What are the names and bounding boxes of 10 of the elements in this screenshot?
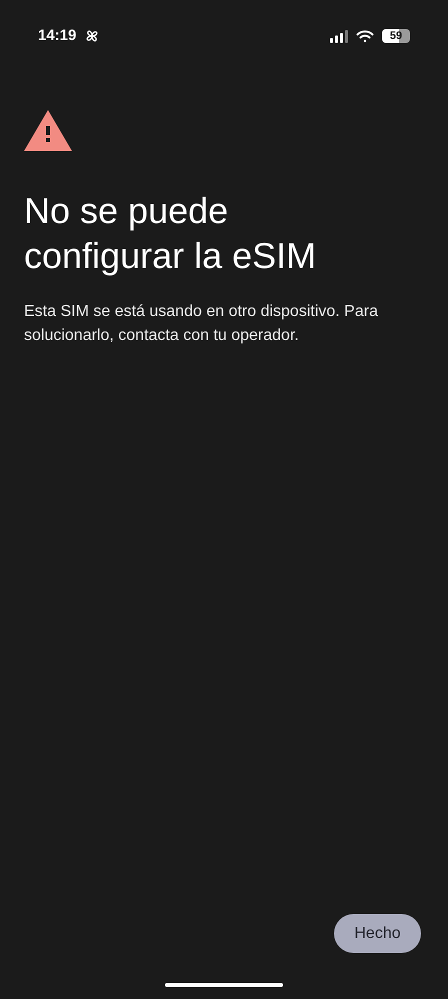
warning-icon [24,110,72,151]
pinwheel-icon [84,28,100,44]
signal-icon [330,30,348,42]
error-message: Esta SIM se está usando en otro dispositivo. Para solucionarlo, contacta con tu operador. [24,302,379,346]
home-indicator[interactable] [165,983,283,987]
page-title: No se puede configurar la eSIM [24,189,318,278]
done-button[interactable]: Hecho [334,914,421,953]
wifi-icon [356,30,374,42]
battery-level: 59 [382,29,410,43]
status-time: 14:19 [38,26,76,46]
